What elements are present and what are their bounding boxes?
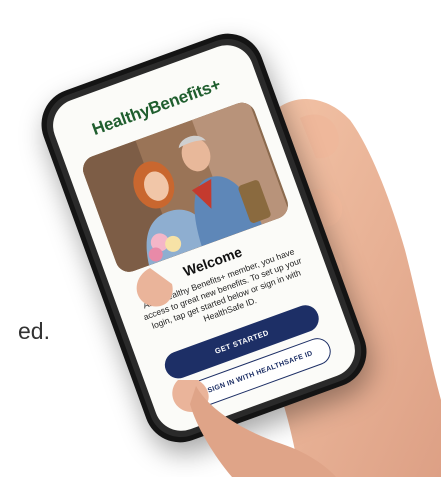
photo-scene: ed. HealthyBenefits+ Welcome As a Health…	[0, 0, 441, 477]
hand-front-illustration	[136, 268, 336, 477]
